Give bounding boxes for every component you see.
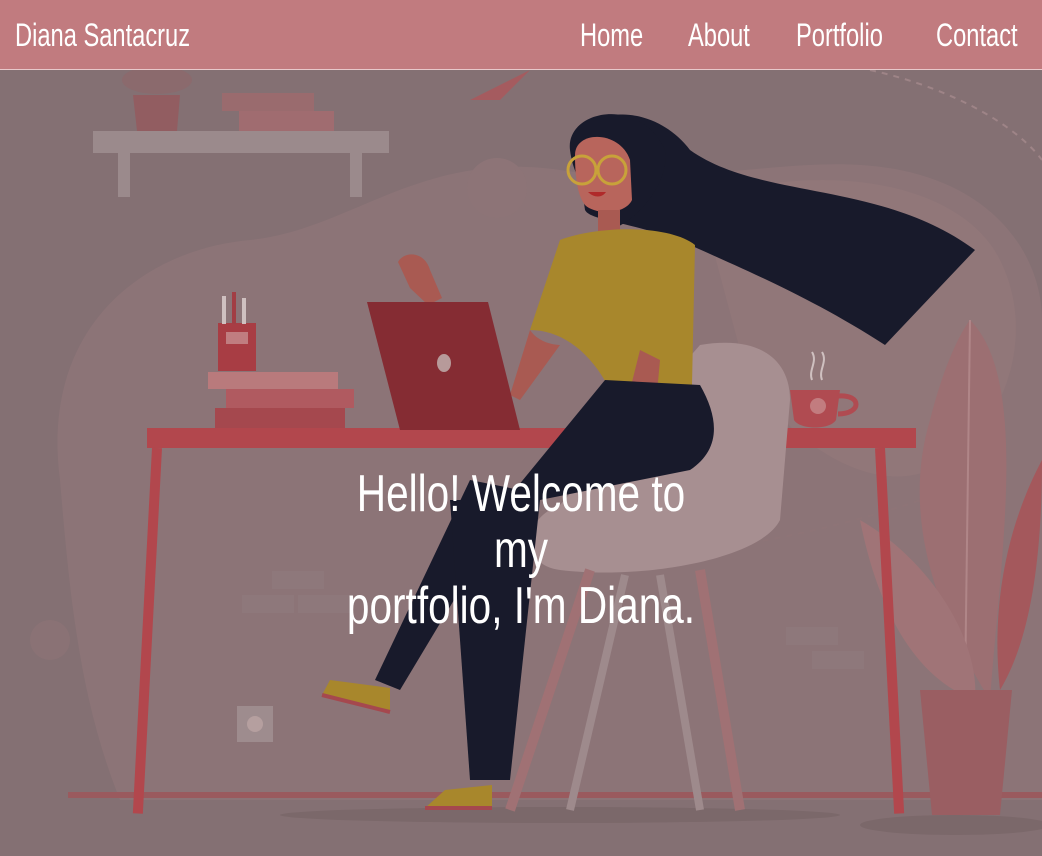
- hero-heading: Hello! Welcome to my portfolio, I'm Dian…: [326, 466, 716, 634]
- nav-link-about[interactable]: About: [688, 13, 750, 57]
- nav-link-portfolio[interactable]: Portfolio: [796, 13, 883, 57]
- brand-link[interactable]: Diana Santacruz: [15, 13, 190, 57]
- navbar: Diana Santacruz Home About Portfolio Con…: [0, 0, 1042, 70]
- nav-link-home[interactable]: Home: [580, 13, 643, 57]
- hero-section: Hello! Welcome to my portfolio, I'm Dian…: [0, 70, 1042, 856]
- hero-heading-line-2: portfolio, I'm Diana.: [346, 577, 696, 635]
- hero-illustration: [0, 70, 1042, 856]
- hero-heading-line-1: Hello! Welcome to my: [356, 465, 686, 579]
- nav-link-contact[interactable]: Contact: [936, 13, 1018, 57]
